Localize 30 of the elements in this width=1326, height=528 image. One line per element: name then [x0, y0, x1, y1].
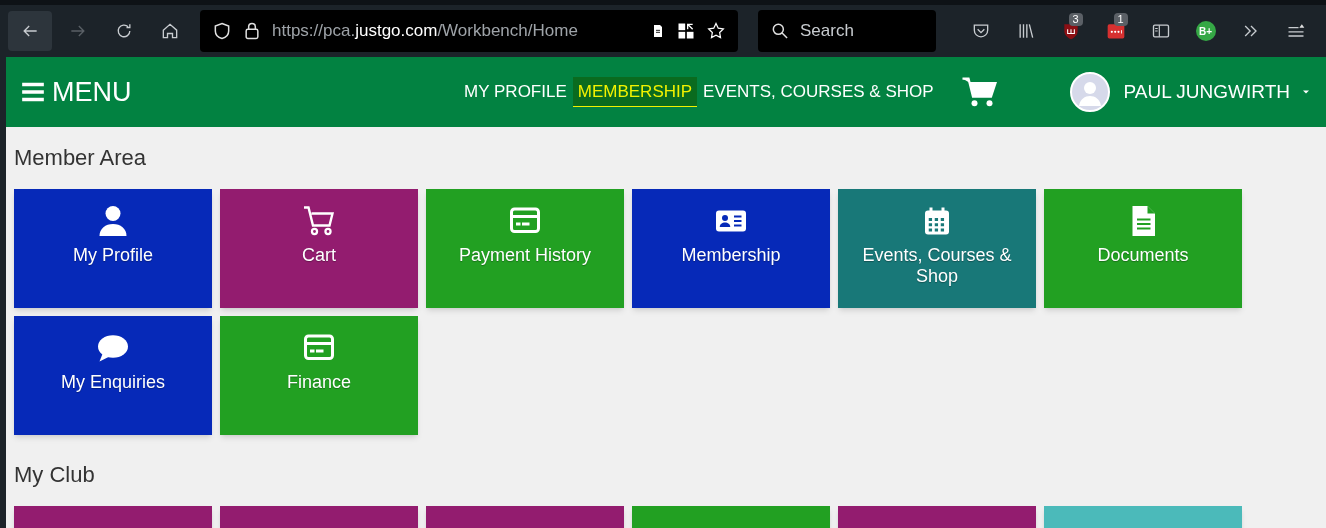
shortcut-tile[interactable]: Payment History [426, 189, 624, 308]
nav-tab[interactable]: EVENTS, COURSES & SHOP [703, 77, 934, 107]
lock-icon [242, 21, 262, 41]
count-badge: 3 [1068, 13, 1083, 26]
user-menu-button[interactable]: PAUL JUNGWIRTH [1123, 77, 1312, 107]
search-icon [770, 21, 790, 41]
back-button[interactable] [8, 11, 52, 51]
password-manager-icon [1105, 21, 1126, 41]
section-heading: My Club [14, 461, 96, 489]
nav-tab[interactable]: MY PROFILE [464, 77, 567, 107]
shortcut-tile[interactable]: My Enquiries [14, 316, 212, 435]
shortcut-tile[interactable]: Cart [220, 189, 418, 308]
nav-tab[interactable]: MEMBERSHIP [572, 76, 698, 108]
shortcut-tile[interactable]: Finance [220, 316, 418, 435]
count-badge: 1 [1113, 13, 1128, 26]
star-icon [706, 21, 726, 41]
section-heading: Member Area [14, 144, 148, 172]
shortcut-tile[interactable]: Events, Courses & Shop [838, 189, 1036, 308]
url-text: https://pca.justgo.com/Workbench/Home [272, 20, 578, 43]
menu-button[interactable]: MENU [20, 71, 132, 113]
shortcut-tile[interactable]: Membership [632, 189, 830, 308]
address-bar[interactable]: https://pca.justgo.com/Workbench/Home [200, 10, 738, 52]
extension-badge[interactable]: B+ [1195, 21, 1216, 41]
shield-icon [212, 21, 232, 41]
avatar-icon [1069, 72, 1110, 112]
search-field[interactable]: Search [758, 10, 936, 52]
shortcut-tile[interactable]: My Profile [14, 189, 212, 308]
home-icon [160, 21, 180, 41]
qr-code-icon [676, 21, 696, 41]
shortcut-tile[interactable]: Documents [1044, 189, 1242, 308]
